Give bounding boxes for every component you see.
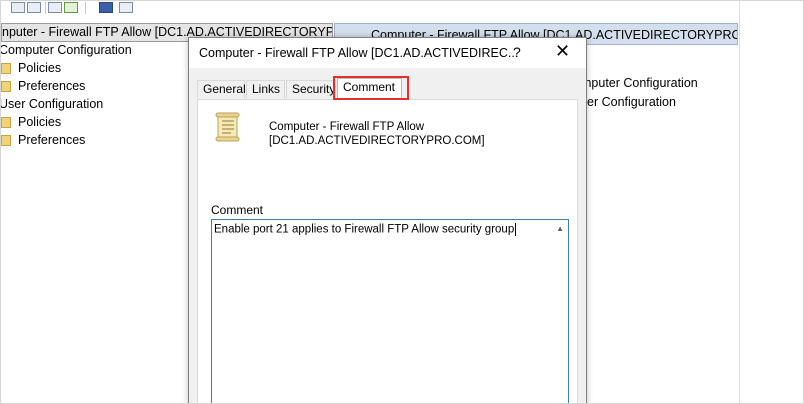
scroll-icon <box>215 112 240 142</box>
tree-item-user-policies[interactable]: Policies <box>18 115 61 130</box>
tab-comment[interactable]: Comment <box>337 78 402 100</box>
comment-value: Enable port 21 applies to Firewall FTP A… <box>214 223 517 236</box>
folder-icon <box>1 81 11 92</box>
gpo-name-line1: Computer - Firewall FTP Allow <box>269 121 425 133</box>
tree-item-user-configuration[interactable]: User Configuration <box>1 97 103 112</box>
close-icon[interactable]: ✕ <box>555 41 570 61</box>
tab-general[interactable]: General <box>197 80 246 98</box>
dialog-titlebar: Computer - Firewall FTP Allow [DC1.AD.AC… <box>189 38 586 68</box>
right-item-computer-configuration[interactable]: mputer Configuration <box>581 76 698 91</box>
folder-icon <box>1 117 11 128</box>
tab-security[interactable]: Security <box>286 80 336 98</box>
help-icon[interactable]: ? <box>513 44 521 60</box>
comment-label: Comment <box>211 203 264 217</box>
properties-dialog: Computer - Firewall FTP Allow [DC1.AD.AC… <box>188 37 587 403</box>
tree-item-computer-configuration[interactable]: Computer Configuration <box>1 43 132 58</box>
export-icon[interactable] <box>64 2 78 13</box>
back-icon[interactable] <box>11 2 25 13</box>
toolbar <box>1 1 741 15</box>
scroll-up-icon[interactable]: ▲ <box>556 224 564 233</box>
right-item-user-configuration[interactable]: er Configuration <box>587 95 676 110</box>
folder-icon <box>1 63 11 74</box>
comment-tab-panel: Computer - Firewall FTP Allow [DC1.AD.AC… <box>197 99 578 403</box>
tree-item-user-preferences[interactable]: Preferences <box>18 133 85 148</box>
comment-textarea[interactable]: Enable port 21 applies to Firewall FTP A… <box>211 219 569 403</box>
help-book-icon[interactable] <box>99 2 113 13</box>
properties-icon[interactable] <box>48 2 62 13</box>
window-frame: nputer - Firewall FTP Allow [DC1.AD.ACTI… <box>0 0 804 404</box>
text-caret <box>515 223 517 236</box>
comment-value-text: Enable port 21 applies to Firewall FTP A… <box>214 223 515 236</box>
forward-icon[interactable] <box>27 2 41 13</box>
tab-links[interactable]: Links <box>246 80 285 98</box>
gpo-name-line2: [DC1.AD.ACTIVEDIRECTORYPRO.COM] <box>269 135 485 147</box>
dialog-title: Computer - Firewall FTP Allow [DC1.AD.AC… <box>199 46 519 60</box>
folder-icon <box>1 135 11 146</box>
tree-item-policies[interactable]: Policies <box>18 61 61 76</box>
pane-divider <box>739 1 740 403</box>
show-pane-icon[interactable] <box>119 2 133 13</box>
toolbar-separator <box>45 2 46 14</box>
toolbar-separator <box>85 2 86 14</box>
gpo-name: Computer - Firewall FTP Allow [DC1.AD.AC… <box>269 120 485 148</box>
tree-item-preferences[interactable]: Preferences <box>18 79 85 94</box>
